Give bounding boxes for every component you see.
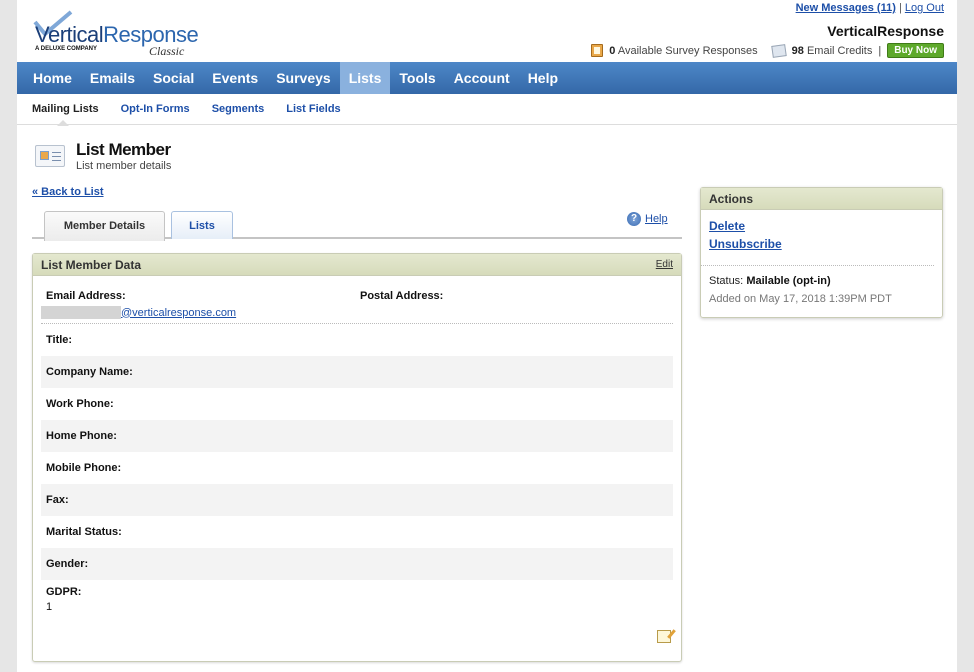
email-credits-icon bbox=[770, 43, 787, 58]
help-link-group[interactable]: ? Help bbox=[627, 212, 668, 226]
survey-count: 0 bbox=[609, 44, 616, 57]
gdpr-label: GDPR: bbox=[46, 586, 82, 598]
added-on-date: Added on May 17, 2018 1:39PM PDT bbox=[709, 293, 892, 305]
panel-title: List Member Data bbox=[41, 258, 142, 272]
edit-link[interactable]: Edit bbox=[656, 254, 673, 276]
subnav-segments[interactable]: Segments bbox=[201, 94, 276, 125]
field-mobile-phone: Mobile Phone: bbox=[46, 462, 122, 474]
field-gender: Gender: bbox=[41, 548, 673, 580]
member-status: Status: Mailable (opt-in) bbox=[709, 275, 934, 287]
contact-row: Email Address: @verticalresponse.com Pos… bbox=[41, 276, 673, 324]
logo-edition: Classic bbox=[149, 44, 185, 58]
email-value: @verticalresponse.com bbox=[41, 306, 236, 319]
nav-help[interactable]: Help bbox=[519, 62, 567, 94]
nav-emails[interactable]: Emails bbox=[81, 62, 144, 94]
status-value: Mailable (opt-in) bbox=[746, 275, 831, 287]
field-gdpr: GDPR: 1 bbox=[41, 580, 673, 619]
email-link[interactable]: @verticalresponse.com bbox=[121, 307, 236, 319]
field-marital-status: Marital Status: bbox=[46, 526, 122, 538]
page-title: List Member bbox=[76, 140, 171, 159]
main-nav: Home Emails Social Events Surveys Lists … bbox=[17, 62, 957, 94]
field-title: Title: bbox=[46, 334, 73, 346]
subnav-opt-in-forms[interactable]: Opt-In Forms bbox=[110, 94, 201, 125]
email-credits: 98 Email Credits bbox=[791, 44, 873, 57]
nav-account[interactable]: Account bbox=[445, 62, 519, 94]
top-links: New Messages (11) | Log Out bbox=[796, 2, 944, 14]
field-home-phone: Home Phone: bbox=[41, 420, 673, 452]
subnav-mailing-lists[interactable]: Mailing Lists bbox=[17, 94, 110, 126]
actions-links: Delete Unsubscribe bbox=[701, 210, 934, 266]
delete-link[interactable]: Delete bbox=[709, 219, 934, 233]
subnav-list-fields[interactable]: List Fields bbox=[275, 94, 351, 125]
back-to-list-link[interactable]: « Back to List bbox=[32, 186, 104, 198]
member-tabs: Member Details Lists bbox=[32, 208, 682, 241]
nav-home[interactable]: Home bbox=[17, 62, 81, 94]
list-member-data-panel: List Member Data Edit Email Address: @ve… bbox=[32, 253, 682, 662]
postal-label: Postal Address: bbox=[360, 290, 444, 302]
email-redacted bbox=[41, 306, 121, 319]
survey-icon bbox=[591, 44, 604, 57]
actions-title: Actions bbox=[701, 188, 942, 210]
logout-link[interactable]: Log Out bbox=[905, 2, 944, 14]
status-prefix: Status: bbox=[709, 275, 744, 287]
gdpr-value: 1 bbox=[46, 601, 53, 613]
account-name: VerticalResponse bbox=[827, 23, 944, 39]
member-card-icon bbox=[35, 145, 65, 167]
unsubscribe-link[interactable]: Unsubscribe bbox=[709, 237, 934, 251]
nav-surveys[interactable]: Surveys bbox=[267, 62, 339, 94]
vertical-response-logo[interactable]: VerticalResponse A DELUXE COMPANY Classi… bbox=[33, 10, 199, 58]
credits-bar: 0 Available Survey Responses 98 Email Cr… bbox=[591, 43, 944, 58]
actions-panel: Actions Delete Unsubscribe Status: Maila… bbox=[700, 187, 943, 318]
top-link-separator: | bbox=[898, 2, 902, 14]
page: VerticalResponse A DELUXE COMPANY Classi… bbox=[17, 0, 957, 672]
nav-social[interactable]: Social bbox=[144, 62, 203, 94]
logo-tagline: A DELUXE COMPANY bbox=[35, 46, 98, 52]
survey-responses: 0 Available Survey Responses bbox=[609, 44, 758, 57]
credits-separator: | bbox=[878, 44, 882, 57]
field-work-phone: Work Phone: bbox=[46, 398, 114, 410]
sub-nav: Mailing Lists Opt-In Forms Segments List… bbox=[17, 94, 957, 126]
tab-member-details[interactable]: Member Details bbox=[44, 211, 165, 241]
page-subtitle: List member details bbox=[76, 160, 172, 172]
tab-lists[interactable]: Lists bbox=[171, 211, 233, 239]
nav-lists[interactable]: Lists bbox=[339, 62, 391, 94]
help-icon: ? bbox=[627, 212, 641, 226]
field-fax: Fax: bbox=[41, 484, 673, 516]
field-company-name: Company Name: bbox=[41, 356, 673, 388]
new-messages-link[interactable]: New Messages (11) bbox=[796, 2, 896, 14]
nav-tools[interactable]: Tools bbox=[390, 62, 444, 94]
email-label: Email Address: bbox=[46, 290, 126, 302]
buy-now-button[interactable]: Buy Now bbox=[887, 43, 944, 58]
nav-events[interactable]: Events bbox=[203, 62, 267, 94]
panel-header: List Member Data Edit bbox=[33, 254, 681, 276]
credits-count: 98 bbox=[791, 44, 804, 57]
help-link[interactable]: Help bbox=[645, 213, 668, 225]
edit-note-icon[interactable] bbox=[657, 630, 671, 643]
